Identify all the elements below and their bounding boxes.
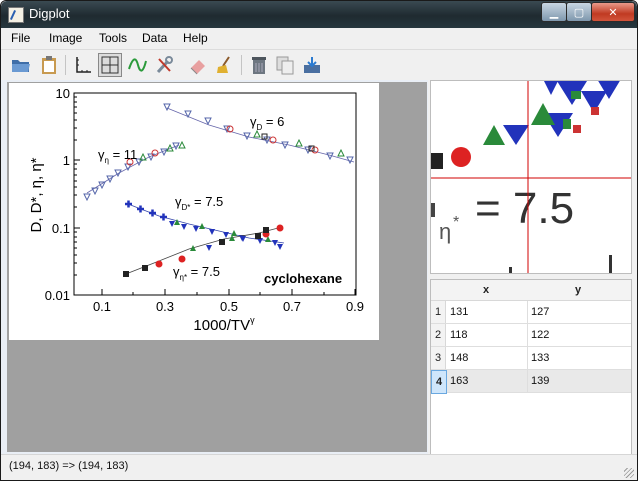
window-title: Digplot [29,6,70,21]
resize-grip-icon[interactable] [624,468,634,478]
status-coordinates: (194, 183) => (194, 183) [9,460,129,472]
zoom-sup: * [453,214,459,231]
x-tick-marks [101,289,356,295]
copy-icon[interactable] [273,53,297,77]
curve-icon[interactable] [125,53,149,77]
plot-image[interactable]: 10 1 0.1 0.01 0.1 0.3 0.5 0.7 0.9 1000/T… [9,83,379,340]
annotation-gamma-etastar: γη* = 7.5 [173,264,220,282]
toolbar [1,50,637,80]
trash-icon[interactable] [247,53,271,77]
x-tick-label: 0.3 [156,299,174,314]
annotation-gamma-D: γD = 6 [250,114,284,132]
points-table[interactable]: x y 1 131 127 2 118 122 3 148 133 4 163 … [430,279,632,455]
menu-help[interactable]: Help [183,31,208,45]
annotation-gamma-eta: γη = 11 [98,147,137,165]
table-row[interactable]: 1 131 127 [431,301,631,324]
column-header-x[interactable]: x [483,284,489,296]
app-icon [8,7,24,23]
cell-x[interactable]: 118 [450,324,468,346]
series-D-line [166,107,355,163]
zoom-text: = 7.5 [475,184,574,233]
cell-y[interactable]: 122 [531,324,549,346]
cell-y[interactable]: 127 [531,301,549,323]
x-tick-label: 0.7 [283,299,301,314]
app-window: Digplot ▁ ▢ ✕ File Image Tools Data Help [0,0,638,481]
table-header: x y [431,280,631,301]
open-folder-icon[interactable] [9,53,33,77]
y-axis-label: D, D*, η, η* [28,157,45,232]
annotation-gamma-Dstar: γD* = 7.5 [175,194,223,212]
crosshair-icon[interactable] [98,53,122,77]
x-tick-label: 0.5 [220,299,238,314]
right-panel: = 7.5 η * x y 1 131 127 2 118 122 3 148 … [428,80,637,455]
y-tick-label: 0.01 [45,288,70,303]
y-tick-marks [74,92,80,296]
y-tick-label: 1 [63,153,70,168]
y-tick-label: 0.1 [52,221,70,236]
broom-icon[interactable] [212,53,236,77]
zoom-svg: = 7.5 η * [431,81,631,273]
menu-data[interactable]: Data [142,31,167,45]
plot-svg: 10 1 0.1 0.01 0.1 0.3 0.5 0.7 0.9 1000/T… [28,86,364,334]
menu-file[interactable]: File [11,31,30,45]
annotation-compound: cyclohexane [264,271,342,286]
cell-y[interactable]: 133 [531,347,549,369]
wrench-icon[interactable] [152,53,176,77]
minimize-icon: ▁ [549,5,559,19]
title-bar: Digplot ▁ ▢ ✕ [1,1,637,28]
zoom-sub: η [439,219,451,244]
status-bar: (194, 183) => (194, 183) [1,454,637,480]
x-tick-label: 0.9 [346,299,364,314]
minimize-button[interactable]: ▁ [541,2,567,22]
menu-bar: File Image Tools Data Help [1,28,637,50]
x-axis-label: 1000/TVγ [193,315,255,334]
table-row[interactable]: 3 148 133 [431,347,631,370]
table-row-selected[interactable]: 4 163 139 [431,370,631,394]
cell-x[interactable]: 163 [450,370,468,392]
menu-tools[interactable]: Tools [99,31,127,45]
zoom-crosshair [431,81,631,273]
x-tick-label: 0.1 [93,299,111,314]
maximize-icon: ▢ [573,5,585,19]
toolbar-separator [65,55,66,75]
close-button[interactable]: ✕ [591,2,635,22]
y-tick-label: 10 [56,86,70,101]
cell-y[interactable]: 139 [531,370,549,392]
eraser-icon[interactable] [186,53,210,77]
image-canvas[interactable]: 10 1 0.1 0.01 0.1 0.3 0.5 0.7 0.9 1000/T… [7,82,427,452]
axes-icon[interactable] [71,53,95,77]
maximize-button[interactable]: ▢ [566,2,592,22]
table-row[interactable]: 2 118 122 [431,324,631,347]
toolbar-separator [241,55,242,75]
row-index[interactable]: 4 [431,370,447,394]
row-index[interactable]: 1 [431,301,446,323]
zoom-view: = 7.5 η * [430,80,632,274]
clipboard-icon[interactable] [37,53,61,77]
row-index[interactable]: 2 [431,324,446,346]
export-icon[interactable] [300,53,324,77]
column-header-y[interactable]: y [575,284,581,296]
cell-x[interactable]: 148 [450,347,468,369]
menu-image[interactable]: Image [49,31,82,45]
close-icon: ✕ [608,5,618,19]
cell-x[interactable]: 131 [450,301,468,323]
row-index[interactable]: 3 [431,347,446,369]
